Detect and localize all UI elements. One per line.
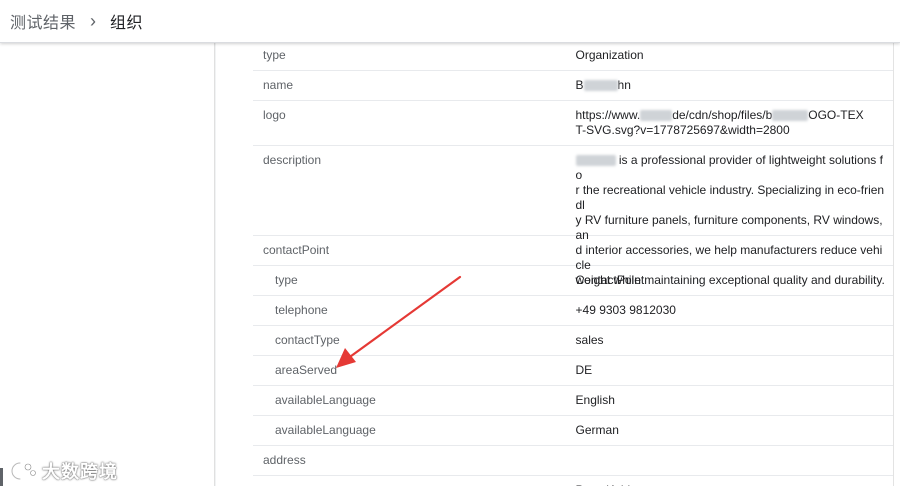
property-value: https://www. de/cdn/shop/files/b OGO-TEX T… (575, 108, 864, 137)
property-key: address (263, 453, 306, 467)
property-value: Organization (575, 48, 644, 62)
redacted-block (575, 155, 616, 167)
table-row: availableLanguage German (253, 416, 893, 446)
property-key: description (263, 153, 322, 167)
breadcrumb-current: 组织 (110, 15, 144, 32)
property-value: DE (575, 363, 593, 377)
redacted-block (640, 110, 673, 122)
table-row: areaServed DE (253, 356, 893, 386)
property-key: type (263, 48, 286, 62)
property-value (576, 446, 894, 475)
property-key: telephone (275, 303, 328, 317)
property-value: ContactPoint (575, 273, 645, 287)
table-row: contactPoint (253, 236, 893, 266)
table-row: contactType sales (253, 326, 893, 356)
property-key: type (253, 476, 576, 486)
breadcrumb-root[interactable]: 测试结果 (10, 9, 76, 33)
property-key: type (275, 273, 298, 287)
structured-data-table: type Organization name Bhn logo https://… (253, 43, 894, 486)
property-value: German (575, 423, 619, 437)
property-key: contactPoint (263, 243, 330, 257)
table-row: type Organization (253, 43, 893, 71)
chevron-right-icon: › (90, 11, 97, 31)
property-key: contactType (275, 333, 340, 347)
watermark-text: 大数跨境 (42, 462, 118, 482)
watermark-logo-icon (10, 461, 36, 481)
property-value: English (575, 393, 615, 407)
property-value (576, 236, 894, 265)
table-row: address (253, 446, 893, 476)
table-row: type ContactPoint (253, 266, 893, 296)
property-key: name (263, 78, 294, 92)
table-row: telephone +49 9303 9812030 (253, 296, 893, 326)
top-bar: 测试结果 › 组织 (0, 0, 900, 43)
redacted-block (583, 80, 618, 92)
table-row: description is a professional provider o… (253, 146, 893, 287)
property-key: logo (263, 108, 286, 122)
property-value: is a professional provider of lightweigh… (575, 153, 885, 287)
table-row: name Bhn (253, 71, 893, 101)
result-panel[interactable]: type Organization name Bhn logo https://… (216, 43, 900, 486)
property-value: +49 9303 9812030 (575, 303, 676, 317)
table-row: logo https://www. de/cdn/shop/files/b OGO-… (253, 101, 893, 146)
sidebar-resize-handle[interactable] (0, 468, 3, 486)
sidebar (0, 43, 215, 486)
property-value: PostalAddress (576, 476, 893, 486)
property-key: availableLanguage (275, 423, 376, 437)
property-value: Bhn (575, 78, 631, 92)
property-key: availableLanguage (275, 393, 376, 407)
table-row: type PostalAddress (253, 476, 893, 486)
watermark: 大数跨境 (8, 458, 118, 484)
property-value: sales (575, 333, 604, 347)
table-row: availableLanguage English (253, 386, 893, 416)
redacted-block (772, 110, 809, 122)
property-key: areaServed (275, 363, 338, 377)
